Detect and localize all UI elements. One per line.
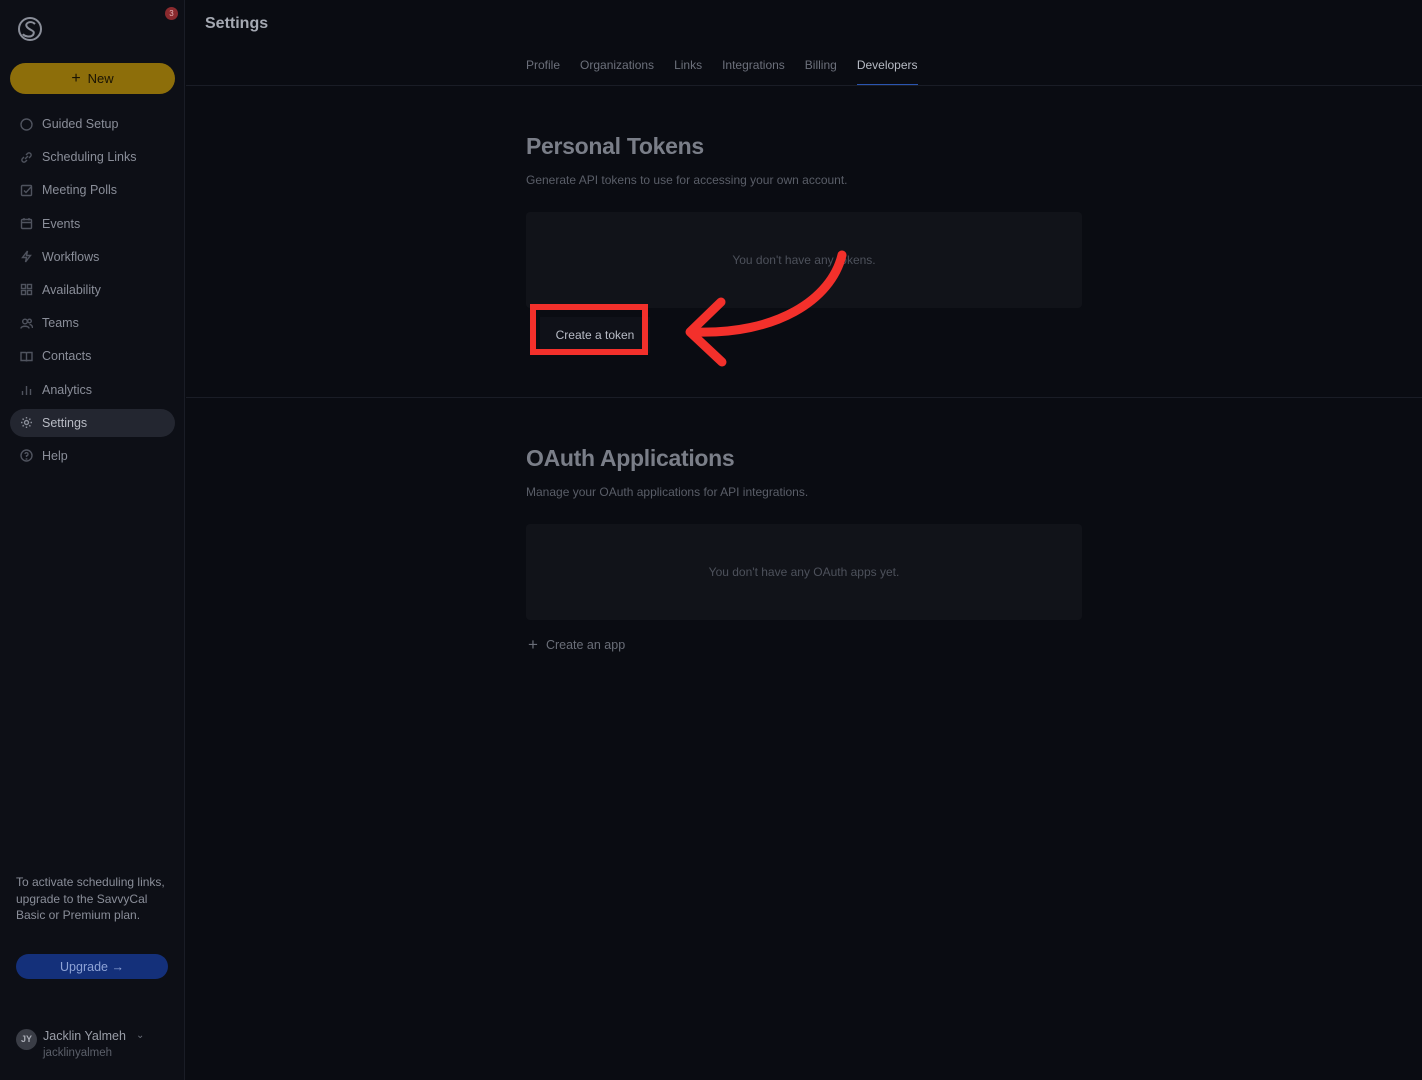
sidebar-item-label: Events bbox=[42, 216, 81, 231]
oauth-description: Manage your OAuth applications for API i… bbox=[526, 485, 809, 499]
personal-tokens-description: Generate API tokens to use for accessing… bbox=[526, 173, 848, 187]
book-icon bbox=[20, 351, 33, 362]
sidebar-item-help[interactable]: Help bbox=[10, 442, 175, 470]
tab-billing[interactable]: Billing bbox=[805, 56, 837, 86]
bar-chart-icon bbox=[21, 386, 32, 395]
sidebar-item-label: Settings bbox=[42, 415, 88, 430]
grid-icon bbox=[20, 284, 33, 296]
tabs-divider bbox=[186, 85, 1422, 86]
tab-profile[interactable]: Profile bbox=[526, 56, 560, 86]
user-name: Jacklin Yalmeh bbox=[43, 1029, 126, 1043]
sidebar-item-teams[interactable]: Teams bbox=[10, 309, 175, 337]
plus-icon: + bbox=[528, 635, 538, 654]
upgrade-message: To activate scheduling links, upgrade to… bbox=[16, 875, 165, 923]
tokens-empty-state: You don't have any tokens. bbox=[526, 212, 1082, 308]
main-content: Settings Profile Organizations Links Int… bbox=[186, 0, 1422, 1080]
sidebar-item-label: Teams bbox=[42, 316, 79, 331]
sidebar-item-label: Analytics bbox=[42, 382, 93, 397]
sidebar-item-scheduling-links[interactable]: Scheduling Links bbox=[10, 143, 175, 171]
tab-developers[interactable]: Developers bbox=[856, 56, 918, 86]
users-icon bbox=[20, 318, 33, 329]
sidebar-item-analytics[interactable]: Analytics bbox=[10, 376, 175, 404]
circle-icon bbox=[20, 117, 33, 131]
oauth-empty-state: You don't have any OAuth apps yet. bbox=[526, 524, 1082, 620]
upgrade-button[interactable]: Upgrade → bbox=[16, 954, 168, 979]
avatar: JY bbox=[16, 1029, 37, 1050]
new-button[interactable]: + New bbox=[10, 63, 175, 94]
oauth-title: OAuth Applications bbox=[526, 445, 735, 471]
bolt-icon bbox=[21, 250, 32, 263]
sidebar-item-settings[interactable]: Settings bbox=[10, 408, 175, 437]
tab-organizations[interactable]: Organizations bbox=[580, 56, 654, 86]
checkbox-icon bbox=[20, 184, 33, 197]
sidebar-item-guided-setup[interactable]: Guided Setup bbox=[10, 110, 175, 138]
tab-links[interactable]: Links bbox=[674, 56, 702, 86]
personal-tokens-section: Personal Tokens Generate API tokens to u… bbox=[526, 133, 1082, 355]
calendar-icon bbox=[20, 218, 33, 230]
user-handle: jacklinyalmeh bbox=[43, 1047, 113, 1059]
sidebar: 3 + New Guided Setup Scheduling Links Me… bbox=[0, 0, 185, 1080]
plus-icon: + bbox=[71, 69, 81, 87]
tab-integrations[interactable]: Integrations bbox=[722, 56, 785, 86]
annotation-highlight-box bbox=[530, 304, 648, 355]
create-app-button[interactable]: + Create an app bbox=[528, 636, 625, 653]
chevron-down-icon: ⌄ bbox=[136, 1030, 145, 1041]
savvycal-logo-icon[interactable] bbox=[16, 14, 44, 44]
personal-tokens-title: Personal Tokens bbox=[526, 133, 704, 159]
sidebar-item-label: Meeting Polls bbox=[42, 183, 118, 198]
sidebar-item-workflows[interactable]: Workflows bbox=[10, 243, 175, 271]
user-menu[interactable]: JY Jacklin Yalmeh ⌄ jacklinyalmeh bbox=[16, 1027, 176, 1067]
section-divider bbox=[186, 397, 1422, 398]
create-app-label: Create an app bbox=[545, 637, 626, 652]
notification-badge[interactable]: 3 bbox=[165, 7, 178, 20]
sidebar-item-label: Contacts bbox=[42, 349, 92, 364]
sidebar-item-availability[interactable]: Availability bbox=[10, 276, 175, 304]
sidebar-item-label: Workflows bbox=[42, 249, 100, 264]
sidebar-item-meeting-polls[interactable]: Meeting Polls bbox=[10, 176, 175, 204]
help-icon bbox=[20, 449, 33, 463]
settings-tabs: Profile Organizations Links Integrations… bbox=[526, 56, 938, 86]
sidebar-item-label: Help bbox=[42, 448, 68, 463]
oauth-section: OAuth Applications Manage your OAuth app… bbox=[526, 445, 1082, 653]
sidebar-item-contacts[interactable]: Contacts bbox=[10, 342, 175, 370]
sidebar-item-events[interactable]: Events bbox=[10, 210, 175, 238]
sidebar-item-label: Guided Setup bbox=[42, 117, 119, 131]
sidebar-item-label: Availability bbox=[42, 282, 101, 297]
sidebar-item-label: Scheduling Links bbox=[42, 150, 137, 165]
page-title: Settings bbox=[205, 15, 269, 32]
gear-icon bbox=[21, 417, 32, 429]
link-icon bbox=[21, 151, 32, 163]
sidebar-nav: Guided Setup Scheduling Links Meeting Po… bbox=[10, 110, 175, 475]
new-button-label: New bbox=[87, 71, 114, 86]
